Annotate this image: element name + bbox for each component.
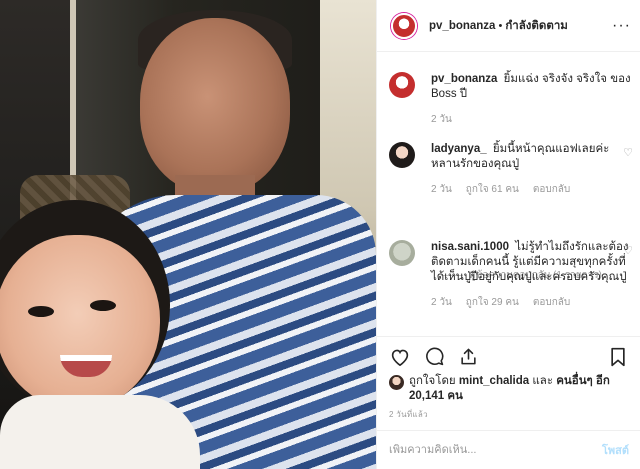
add-comment-bar: โพสต์	[377, 430, 640, 469]
caption-avatar[interactable]	[389, 72, 415, 98]
author-username[interactable]: pv_bonanza	[429, 20, 495, 32]
comment-username[interactable]: nisa.sani.1000	[431, 241, 509, 253]
likes-prefix: ถูกใจโดย	[409, 375, 456, 387]
photo-girl-eye-right	[90, 300, 116, 311]
photo-girl-dress	[0, 395, 200, 469]
comment-username[interactable]: ladyanya_	[431, 143, 487, 155]
caption-body: pv_bonanza ยิ้มแฉ่ง จริงจัง จริงใจ ของ B…	[431, 72, 633, 102]
reply-button[interactable]: ตอบกลับ	[533, 182, 570, 197]
caption-meta: 2 วัน	[431, 112, 633, 127]
share-icon[interactable]	[457, 346, 479, 368]
caption-time[interactable]: 2 วัน	[431, 112, 452, 127]
like-comment-heart-icon[interactable]: ♡	[623, 244, 633, 257]
post-side-panel: pv_bonanza • กำลังติดตาม ··· pv_bonanza …	[376, 0, 640, 469]
caption-username[interactable]: pv_bonanza	[431, 73, 497, 85]
like-comment-heart-icon[interactable]: ♡	[623, 146, 633, 159]
post-photo[interactable]	[0, 0, 376, 469]
comment-time[interactable]: 2 วัน	[431, 295, 452, 310]
more-options-icon[interactable]: ···	[612, 17, 631, 35]
photo-man-face	[140, 18, 290, 193]
photo-girl-eye-left	[28, 306, 54, 317]
comment-bubble-icon[interactable]	[423, 346, 445, 368]
comment-meta: 2 วัน ถูกใจ 29 คน ตอบกลับ	[431, 295, 633, 310]
post-timestamp[interactable]: 2 วันที่แล้ว	[389, 408, 428, 421]
bookmark-save-icon[interactable]	[607, 346, 629, 368]
commenter-avatar[interactable]	[389, 240, 415, 266]
comment-item: nisa.sani.1000 ไม่รู้ทำไมถึงรักและต้องติ…	[389, 240, 633, 310]
follow-status-button[interactable]: กำลังติดตาม	[505, 17, 568, 35]
header-separator: •	[498, 19, 503, 32]
commenter-avatar[interactable]	[389, 142, 415, 168]
comment-time[interactable]: 2 วัน	[431, 182, 452, 197]
liker-avatar[interactable]	[389, 375, 404, 390]
likes-conjunction: และ	[532, 375, 554, 387]
comment-input[interactable]	[389, 444, 602, 456]
comment-body: ladyanya_ ยิ้มนี้หน้าคุณแอฟเลยค่ะ หลานรั…	[431, 142, 633, 172]
comments-list: pv_bonanza ยิ้มแฉ่ง จริงจัง จริงใจ ของ B…	[377, 60, 640, 335]
comment-body: nisa.sani.1000 ไม่รู้ทำไมถึงรักและต้องติ…	[431, 240, 633, 285]
author-avatar[interactable]	[391, 12, 417, 39]
reply-button[interactable]: ตอบกลับ	[533, 295, 570, 310]
liker-username[interactable]: mint_chalida	[459, 375, 529, 387]
likes-summary: ถูกใจโดย mint_chalida และ คนอื่นๆ อีก 20…	[389, 374, 633, 404]
comment-meta: 2 วัน ถูกใจ 61 คน ตอบกลับ	[431, 182, 633, 197]
like-heart-icon[interactable]	[389, 346, 411, 368]
comment-item: ladyanya_ ยิ้มนี้หน้าคุณแอฟเลยค่ะ หลานรั…	[389, 142, 633, 197]
photo-girl-face	[0, 235, 160, 410]
comment-likes[interactable]: ถูกใจ 61 คน	[466, 182, 519, 197]
post-header: pv_bonanza • กำลังติดตาม ···	[377, 0, 640, 52]
comment-likes[interactable]: ถูกใจ 29 คน	[466, 295, 519, 310]
post-comment-button[interactable]: โพสต์	[602, 441, 629, 459]
post-actions-bar	[377, 336, 640, 376]
caption-comment: pv_bonanza ยิ้มแฉ่ง จริงจัง จริงใจ ของ B…	[389, 72, 633, 127]
